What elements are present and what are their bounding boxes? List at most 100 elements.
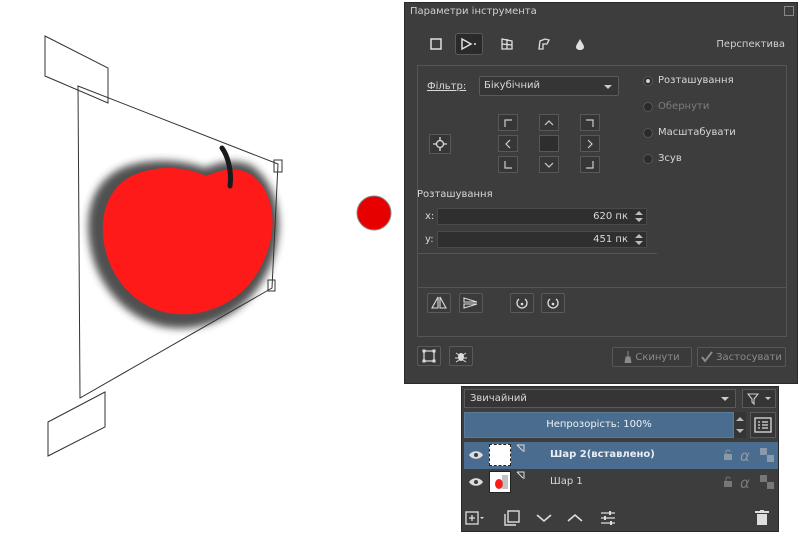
anchor-bottom-button[interactable] xyxy=(539,156,559,173)
layer-row[interactable]: Шар 2(вставлено) α xyxy=(464,442,778,469)
transform-selection-button[interactable] xyxy=(417,346,441,366)
y-value: 451 пк xyxy=(593,234,628,245)
free-transform-mode-button[interactable] xyxy=(422,33,450,55)
reset-button[interactable]: Скинути xyxy=(612,347,692,367)
chevron-down-icon xyxy=(721,397,729,401)
radio-dot xyxy=(643,76,653,86)
x-value: 620 пк xyxy=(593,211,628,222)
apple-thumbnail xyxy=(495,475,508,489)
liquify-mode-button[interactable] xyxy=(566,33,594,55)
radio-position[interactable]: Розташування xyxy=(643,75,763,89)
radio-scale[interactable]: Масштабувати xyxy=(643,127,763,141)
bug-icon[interactable] xyxy=(449,346,473,366)
tool-options-panel: Параметри інструмента Перспектива Фільтр… xyxy=(404,2,798,384)
anchor-top-button[interactable] xyxy=(539,114,559,131)
spin-arrows-icon[interactable] xyxy=(634,210,644,223)
eye-icon[interactable] xyxy=(468,477,484,487)
add-icon xyxy=(465,511,484,525)
anchor-top-left-button[interactable] xyxy=(498,114,518,131)
radio-dot xyxy=(643,154,653,164)
inherit-alpha-icon[interactable] xyxy=(760,475,774,489)
y-position-input[interactable]: 451 пк xyxy=(437,231,647,248)
filter-value: Бікубічний xyxy=(484,80,540,91)
radio-label: Масштабувати xyxy=(658,127,736,138)
alpha-lock-icon[interactable]: α xyxy=(740,447,750,465)
alpha-lock-icon[interactable]: α xyxy=(740,474,750,492)
inherit-alpha-icon[interactable] xyxy=(760,448,774,462)
chevron-up-icon xyxy=(567,513,583,522)
radio-label: Зсув xyxy=(658,153,682,164)
layer-thumbnail xyxy=(489,471,511,493)
move-layer-down-button[interactable] xyxy=(534,508,554,528)
transform-mode-label: Перспектива xyxy=(716,39,785,50)
x-position-input[interactable]: 620 пк xyxy=(437,208,647,225)
lock-icon[interactable] xyxy=(723,449,733,461)
center-point-button[interactable] xyxy=(429,134,451,154)
layer-filter-button[interactable] xyxy=(742,389,776,408)
duplicate-icon xyxy=(504,510,520,526)
layer-properties-icon xyxy=(754,417,772,433)
add-layer-button[interactable] xyxy=(465,508,485,528)
radio-label: Розташування xyxy=(658,75,734,86)
trash-icon xyxy=(755,510,769,525)
layer-name: Шар 1 xyxy=(550,476,583,487)
cage-mode-button[interactable] xyxy=(530,33,558,55)
layer-thumbnail xyxy=(489,444,511,466)
filter-icon xyxy=(746,393,771,406)
opacity-spin-arrows-icon[interactable] xyxy=(734,412,746,438)
lock-icon[interactable] xyxy=(723,476,733,488)
blend-mode-value: Звичайний xyxy=(470,393,527,404)
move-layer-up-button[interactable] xyxy=(565,508,585,528)
radio-rotate[interactable]: Обернути xyxy=(643,101,763,115)
sliders-icon xyxy=(601,511,615,525)
y-label: y: xyxy=(425,234,434,245)
chevron-down-icon xyxy=(604,85,612,89)
anchor-right-button[interactable] xyxy=(580,135,600,152)
radio-shear[interactable]: Зсув xyxy=(643,153,763,167)
apply-label: Застосувати xyxy=(716,351,782,363)
duplicate-layer-button[interactable] xyxy=(502,508,522,528)
anchor-top-right-button[interactable] xyxy=(580,114,600,131)
delete-layer-button[interactable] xyxy=(752,508,772,528)
transform-mask-icon xyxy=(516,444,525,452)
float-panel-icon[interactable] xyxy=(784,6,794,16)
layer-settings-button[interactable] xyxy=(598,508,618,528)
anchor-left-button[interactable] xyxy=(498,135,518,152)
reset-label: Скинути xyxy=(635,351,680,363)
spin-arrows-icon[interactable] xyxy=(634,233,644,246)
apply-button[interactable]: Застосувати xyxy=(697,347,786,367)
position-section-title: Розташування xyxy=(417,189,493,200)
anchor-bottom-left-button[interactable] xyxy=(498,156,518,173)
eye-icon[interactable] xyxy=(468,450,484,460)
opacity-label: Непрозорість: 100% xyxy=(546,419,652,430)
radio-dot xyxy=(643,128,653,138)
anchor-bottom-right-button[interactable] xyxy=(580,156,600,173)
chevron-down-icon xyxy=(536,514,552,523)
transform-mask-icon xyxy=(516,471,525,479)
layers-panel: Звичайний Непрозорість: 100% Шар 2(встав… xyxy=(461,386,779,532)
radio-label: Обернути xyxy=(658,101,710,112)
blend-mode-dropdown[interactable]: Звичайний xyxy=(464,389,736,408)
perspective-mode-button[interactable] xyxy=(455,33,483,55)
anchor-center-button[interactable] xyxy=(539,135,559,152)
layer-name: Шар 2(вставлено) xyxy=(550,449,655,460)
divider xyxy=(417,287,787,288)
flip-horizontal-button[interactable] xyxy=(427,293,451,313)
broom-icon xyxy=(624,351,632,363)
layer-row[interactable]: Шар 1 α xyxy=(464,469,778,496)
rotate-ccw-button[interactable] xyxy=(510,293,534,313)
layers-toolbar xyxy=(462,505,778,531)
x-label: x: xyxy=(425,211,435,222)
filter-dropdown[interactable]: Бікубічний xyxy=(479,76,619,96)
divider xyxy=(417,253,657,254)
rotate-cw-button[interactable] xyxy=(541,293,565,313)
layer-properties-button[interactable] xyxy=(750,412,776,438)
check-icon xyxy=(701,351,713,363)
panel-title: Параметри інструмента xyxy=(410,6,537,17)
flip-vertical-button[interactable] xyxy=(459,293,483,313)
red-dot xyxy=(356,195,392,231)
radio-dot xyxy=(643,102,653,112)
opacity-slider[interactable]: Непрозорість: 100% xyxy=(464,412,734,438)
warp-mode-button[interactable] xyxy=(493,33,521,55)
filter-label: Фільтр: xyxy=(427,81,467,92)
